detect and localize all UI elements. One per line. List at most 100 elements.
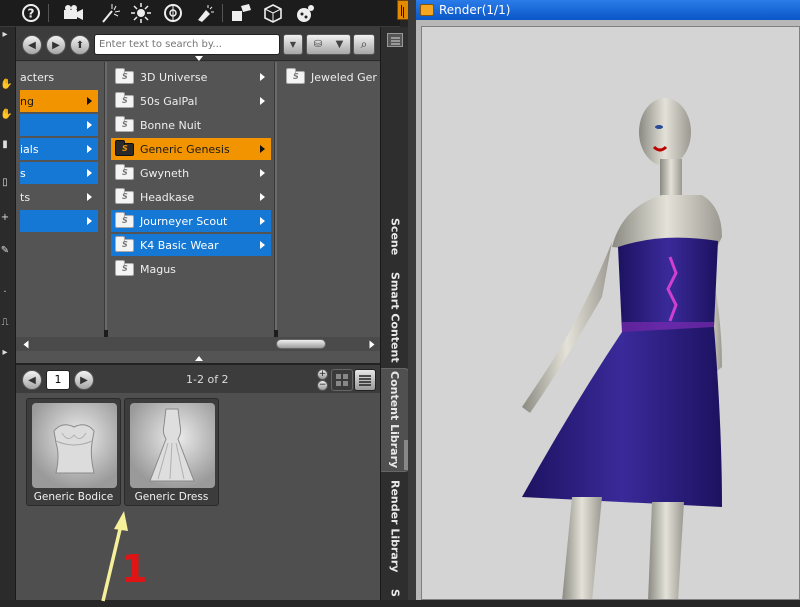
target-icon[interactable] bbox=[160, 0, 186, 26]
help-icon[interactable]: ? bbox=[18, 0, 44, 26]
hand-paint-icon[interactable] bbox=[292, 0, 318, 26]
tab-scene[interactable]: Scene bbox=[381, 207, 409, 267]
tool-icon[interactable]: + bbox=[0, 212, 10, 224]
folder-row[interactable]: K4 Basic Wear bbox=[111, 234, 271, 256]
folder-label: ts bbox=[20, 190, 31, 204]
folder-row[interactable]: Generic Genesis bbox=[111, 138, 271, 160]
cube-joint-icon[interactable] bbox=[260, 0, 286, 26]
folder-label: K4 Basic Wear bbox=[140, 238, 219, 252]
tool-icon[interactable]: ⎍ bbox=[0, 317, 10, 329]
folder-row[interactable]: Journeyer Scout bbox=[111, 210, 271, 232]
chevron-right-icon bbox=[87, 193, 92, 201]
rendered-figure-image bbox=[522, 98, 722, 599]
database-button[interactable]: ⛁ ▼ bbox=[306, 34, 351, 55]
folder-row[interactable]: s bbox=[20, 162, 98, 184]
thumbnail-label: Generic Bodice bbox=[33, 491, 114, 503]
zoom-in-button[interactable]: + bbox=[317, 369, 328, 380]
tool-icon[interactable]: ▯ bbox=[0, 177, 10, 189]
collapse-arrow-icon[interactable] bbox=[195, 56, 203, 61]
back-button[interactable]: ◀ bbox=[22, 35, 42, 55]
folder-label: acters bbox=[20, 70, 55, 84]
annotation-number: 1 bbox=[121, 547, 148, 591]
folder-row[interactable]: ts bbox=[20, 186, 98, 208]
column-divider[interactable] bbox=[104, 62, 108, 342]
folder-row[interactable] bbox=[20, 114, 98, 136]
search-icon: ⌕ bbox=[360, 37, 368, 51]
folder-label: Jeweled Ger bbox=[311, 70, 377, 84]
horizontal-scrollbar[interactable] bbox=[16, 337, 380, 351]
folder-row[interactable] bbox=[20, 210, 98, 232]
tab-s[interactable]: S bbox=[381, 583, 409, 603]
scroll-left-icon[interactable] bbox=[23, 340, 29, 349]
panel-menu-icon[interactable] bbox=[387, 33, 403, 47]
folder-icon bbox=[115, 259, 134, 276]
folder-label: Gwyneth bbox=[140, 166, 190, 180]
up-folder-button[interactable]: ⬆ bbox=[70, 35, 90, 55]
folder-row[interactable]: Magus bbox=[111, 258, 271, 280]
tool-icon[interactable]: · bbox=[0, 287, 10, 299]
paging-bar: ◀ 1 ▶ 1-2 of 2 + − bbox=[16, 363, 380, 393]
prev-page-button[interactable]: ◀ bbox=[22, 370, 42, 390]
folder-row[interactable]: acters bbox=[20, 66, 102, 88]
render-title-bar[interactable]: Render(1/1) bbox=[416, 0, 800, 20]
tool-icon[interactable]: ✋ bbox=[0, 79, 12, 91]
asset-thumbnail[interactable]: Generic Bodice bbox=[26, 398, 121, 506]
search-options-dropdown[interactable]: ▼ bbox=[283, 34, 303, 55]
morph-brush-icon[interactable] bbox=[228, 0, 254, 26]
thumbnail-label: Generic Dress bbox=[134, 491, 209, 503]
page-number-field[interactable]: 1 bbox=[46, 370, 70, 390]
folder-label: Magus bbox=[140, 262, 176, 276]
column-divider[interactable] bbox=[274, 62, 278, 342]
forward-button[interactable]: ▶ bbox=[46, 35, 66, 55]
tab-label: Smart Content bbox=[388, 272, 402, 363]
folder-icon bbox=[115, 91, 134, 108]
chevron-right-icon bbox=[87, 145, 92, 153]
tool-icon[interactable]: ▸ bbox=[0, 29, 10, 41]
folder-row[interactable]: Jeweled Ger bbox=[282, 66, 380, 88]
light-brush-icon[interactable] bbox=[192, 0, 218, 26]
chevron-right-icon bbox=[87, 121, 92, 129]
folder-row[interactable]: Gwyneth bbox=[111, 162, 271, 184]
folder-row[interactable]: 50s GalPal bbox=[111, 90, 271, 112]
tool-icon[interactable]: ✋ bbox=[0, 109, 12, 121]
icon-view-button[interactable] bbox=[331, 369, 353, 391]
search-button[interactable]: ⌕ bbox=[353, 34, 375, 55]
main-toolbar: ? bbox=[0, 0, 400, 27]
tab-label: S bbox=[388, 589, 402, 597]
tab-smart-content[interactable]: Smart Content bbox=[381, 270, 409, 365]
tab-render-library[interactable]: Render Library bbox=[381, 475, 409, 577]
folder-icon bbox=[115, 67, 134, 84]
chevron-right-icon bbox=[260, 97, 265, 105]
folder-row[interactable]: 3D Universe bbox=[111, 66, 271, 88]
camera-icon[interactable] bbox=[60, 0, 86, 26]
scroll-right-icon[interactable] bbox=[369, 340, 375, 349]
zoom-out-button[interactable]: − bbox=[317, 380, 328, 391]
list-view-button[interactable] bbox=[354, 369, 376, 391]
chevron-down-icon: ▼ bbox=[335, 39, 344, 50]
spotlight-icon[interactable] bbox=[98, 0, 124, 26]
render-window: Render(1/1) bbox=[408, 0, 800, 600]
tool-icon[interactable]: ▮ bbox=[0, 139, 10, 151]
folder-row[interactable]: Bonne Nuit bbox=[111, 114, 271, 136]
folder-row[interactable]: ials bbox=[20, 138, 98, 160]
folder-label: Bonne Nuit bbox=[140, 118, 202, 132]
next-page-button[interactable]: ▶ bbox=[74, 370, 94, 390]
folder-row[interactable]: Headkase bbox=[111, 186, 271, 208]
chevron-right-icon bbox=[260, 145, 265, 153]
folder-row[interactable]: ng bbox=[20, 90, 98, 112]
folder-icon bbox=[115, 163, 134, 180]
tab-label: Content Library bbox=[388, 371, 401, 469]
database-icon: ⛁ bbox=[313, 39, 323, 50]
content-library-panel: ◀ ▶ ⬆ ▼ ⛁▼ ⌕ acters ng ials s ts bbox=[16, 27, 380, 602]
tool-icon[interactable]: ✎ bbox=[0, 245, 10, 257]
expand-arrow-icon[interactable] bbox=[195, 356, 203, 361]
side-tabs: Scene Smart Content Content Library Rend… bbox=[380, 27, 409, 603]
scroll-thumb[interactable] bbox=[276, 339, 326, 349]
asset-thumbnail[interactable]: Generic Dress bbox=[124, 398, 219, 506]
folder-icon bbox=[286, 67, 305, 84]
page-count-label: 1-2 of 2 bbox=[186, 373, 229, 386]
tool-icon[interactable]: ▸ bbox=[0, 347, 10, 359]
sun-icon[interactable] bbox=[128, 0, 154, 26]
folder-label: 50s GalPal bbox=[140, 94, 198, 108]
search-input[interactable] bbox=[94, 34, 280, 55]
